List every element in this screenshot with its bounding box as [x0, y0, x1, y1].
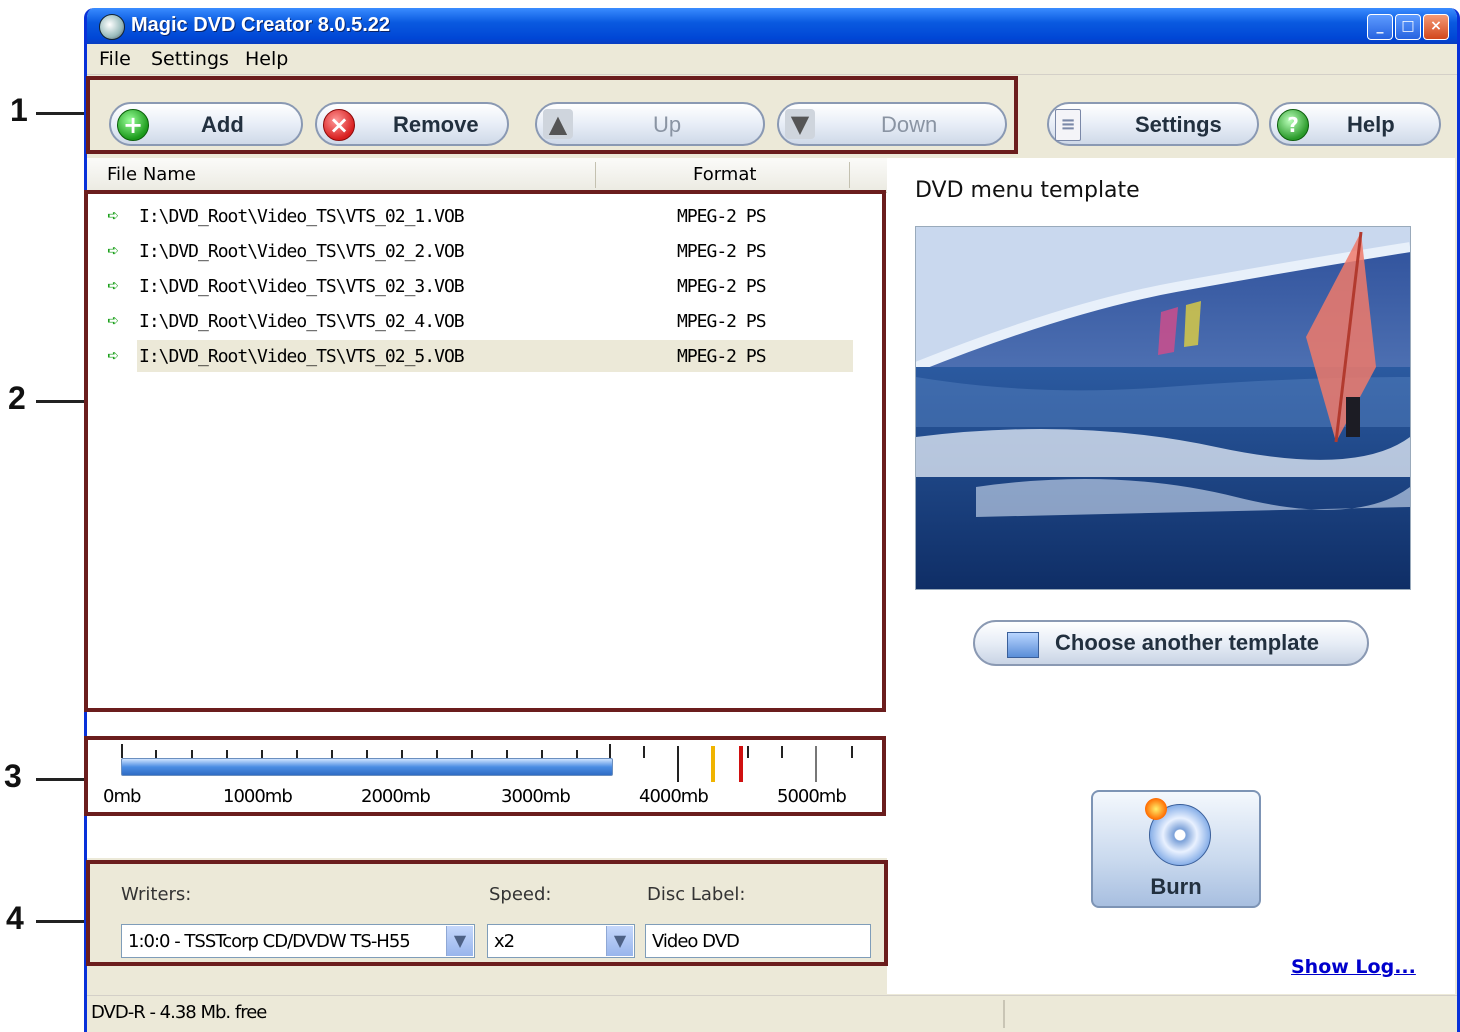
column-separator[interactable]	[849, 162, 850, 188]
callout-3-line	[36, 778, 86, 781]
menu-file[interactable]: File	[99, 48, 131, 70]
highlight-toolbar	[86, 76, 1018, 154]
settings-document-icon: ≡	[1055, 109, 1081, 141]
settings-button-label: Settings	[1135, 112, 1222, 137]
choose-template-button[interactable]: Choose another template	[973, 620, 1369, 666]
help-question-icon: ?	[1277, 109, 1309, 141]
callout-4-line	[36, 920, 86, 923]
callout-2-line	[36, 400, 86, 403]
highlight-file-list	[84, 190, 886, 712]
status-separator	[1003, 1000, 1005, 1028]
template-title: DVD menu template	[915, 178, 1140, 203]
menu-settings[interactable]: Settings	[151, 48, 229, 70]
maximize-button[interactable]: □	[1395, 14, 1421, 40]
windsurfer-image	[916, 227, 1410, 589]
status-text: DVD-R - 4.38 Mb. free	[91, 1002, 267, 1023]
highlight-burn-settings	[86, 860, 888, 966]
column-format[interactable]: Format	[693, 164, 756, 185]
menu-help[interactable]: Help	[245, 48, 288, 70]
callout-2: 2	[8, 380, 26, 416]
template-preview-image	[915, 226, 1411, 590]
minimize-button[interactable]: _	[1367, 14, 1393, 40]
burn-button-label: Burn	[1150, 874, 1202, 899]
callout-3: 3	[4, 758, 22, 794]
show-log-link[interactable]: Show Log...	[1291, 956, 1416, 978]
image-icon	[1007, 632, 1039, 658]
window-title: Magic DVD Creator 8.0.5.22	[131, 14, 390, 36]
callout-4: 4	[6, 900, 24, 936]
close-button[interactable]: ×	[1423, 14, 1449, 40]
help-button-label: Help	[1347, 112, 1395, 137]
status-bar: DVD-R - 4.38 Mb. free	[87, 995, 1457, 1032]
template-panel: DVD menu template Choose another templat…	[887, 158, 1455, 994]
app-logo-icon	[99, 14, 125, 40]
callout-1: 1	[10, 92, 28, 128]
file-list-header: File Name Format	[87, 158, 887, 193]
help-button[interactable]: ? Help	[1269, 102, 1441, 146]
menu-bar: File Settings Help	[87, 44, 1457, 75]
highlight-disc-space	[84, 736, 886, 816]
callout-1-line	[36, 112, 86, 115]
settings-button[interactable]: ≡ Settings	[1047, 102, 1259, 146]
choose-template-label: Choose another template	[1055, 630, 1320, 655]
column-file-name[interactable]: File Name	[107, 164, 196, 185]
column-separator[interactable]	[595, 162, 596, 188]
burn-button[interactable]: Burn	[1091, 790, 1261, 908]
title-bar[interactable]: Magic DVD Creator 8.0.5.22 _ □ ×	[87, 8, 1457, 44]
burst-icon	[1145, 798, 1167, 820]
